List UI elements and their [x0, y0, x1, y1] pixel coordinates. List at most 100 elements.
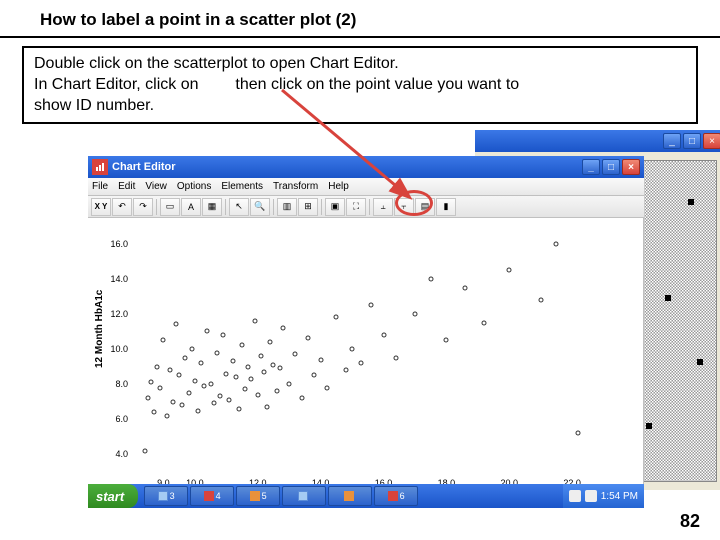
data-point[interactable]: [243, 387, 248, 392]
data-point[interactable]: [277, 366, 282, 371]
data-point[interactable]: [554, 241, 559, 246]
data-point[interactable]: [233, 375, 238, 380]
taskbar-item[interactable]: [328, 486, 372, 506]
zoom-icon[interactable]: 🔍: [250, 198, 270, 216]
data-point[interactable]: [265, 404, 270, 409]
instruction-text: In Chart Editor, click on: [34, 76, 199, 93]
chart-canvas[interactable]: 12 Month HbA1c 4.06.08.010.012.014.016.0…: [88, 218, 644, 500]
text-icon[interactable]: A: [181, 198, 201, 216]
data-point[interactable]: [576, 431, 581, 436]
minimize-button[interactable]: _: [663, 133, 681, 149]
data-point[interactable]: [287, 382, 292, 387]
data-point[interactable]: [252, 318, 257, 323]
data-point[interactable]: [334, 315, 339, 320]
data-point[interactable]: [186, 390, 191, 395]
undo-icon[interactable]: ↶: [112, 198, 132, 216]
maximize-button[interactable]: □: [683, 133, 701, 149]
tray-icon[interactable]: [569, 490, 581, 502]
data-point[interactable]: [350, 347, 355, 352]
data-point[interactable]: [507, 267, 512, 272]
data-point[interactable]: [444, 338, 449, 343]
data-point[interactable]: [192, 378, 197, 383]
data-point[interactable]: [155, 364, 160, 369]
start-button[interactable]: start: [88, 484, 138, 508]
scatter-plot[interactable]: 4.06.08.010.012.014.016.09.010.012.014.0…: [132, 226, 635, 472]
data-point[interactable]: [174, 322, 179, 327]
data-point[interactable]: [271, 362, 276, 367]
data-point[interactable]: [240, 343, 245, 348]
data-point[interactable]: [249, 376, 254, 381]
maximize-button[interactable]: □: [602, 159, 620, 175]
data-point[interactable]: [381, 332, 386, 337]
close-button[interactable]: ×: [622, 159, 640, 175]
data-point[interactable]: [152, 410, 157, 415]
taskbar-item[interactable]: 3: [144, 486, 188, 506]
data-point[interactable]: [255, 392, 260, 397]
data-point[interactable]: [463, 285, 468, 290]
system-tray[interactable]: 1:54 PM: [563, 484, 644, 508]
data-point[interactable]: [230, 359, 235, 364]
data-point[interactable]: [170, 399, 175, 404]
data-point[interactable]: [161, 338, 166, 343]
data-point[interactable]: [299, 396, 304, 401]
menu-view[interactable]: View: [145, 181, 167, 192]
data-point[interactable]: [318, 357, 323, 362]
data-point[interactable]: [218, 394, 223, 399]
data-point[interactable]: [482, 320, 487, 325]
data-point[interactable]: [145, 396, 150, 401]
tray-icon[interactable]: [585, 490, 597, 502]
menu-options[interactable]: Options: [177, 181, 211, 192]
data-point[interactable]: [262, 369, 267, 374]
data-point[interactable]: [148, 380, 153, 385]
data-point[interactable]: [412, 311, 417, 316]
data-point[interactable]: [158, 385, 163, 390]
data-point[interactable]: [196, 408, 201, 413]
data-point[interactable]: [224, 371, 229, 376]
data-point[interactable]: [394, 355, 399, 360]
menu-edit[interactable]: Edit: [118, 181, 135, 192]
data-point[interactable]: [268, 339, 273, 344]
data-point[interactable]: [180, 403, 185, 408]
minimize-button[interactable]: _: [582, 159, 600, 175]
data-point[interactable]: [343, 368, 348, 373]
taskbar-item[interactable]: 4: [190, 486, 234, 506]
data-point[interactable]: [221, 332, 226, 337]
XY-icon[interactable]: X Y: [91, 198, 111, 216]
data-point[interactable]: [177, 373, 182, 378]
data-point[interactable]: [368, 303, 373, 308]
data-point[interactable]: [202, 383, 207, 388]
taskbar-item[interactable]: 5: [236, 486, 280, 506]
data-point[interactable]: [280, 325, 285, 330]
data-point[interactable]: [324, 385, 329, 390]
pointer-icon[interactable]: ↖: [229, 198, 249, 216]
close-button[interactable]: ×: [703, 133, 720, 149]
data-point[interactable]: [246, 364, 251, 369]
data-point[interactable]: [214, 350, 219, 355]
data-point[interactable]: [306, 336, 311, 341]
data-point[interactable]: [199, 361, 204, 366]
menu-elements[interactable]: Elements: [221, 181, 263, 192]
data-point[interactable]: [227, 397, 232, 402]
taskbar-item[interactable]: [282, 486, 326, 506]
data-point[interactable]: [293, 352, 298, 357]
data-point[interactable]: [428, 276, 433, 281]
data-point[interactable]: [538, 297, 543, 302]
data-point[interactable]: [211, 401, 216, 406]
data-point[interactable]: [208, 382, 213, 387]
menu-file[interactable]: File: [92, 181, 108, 192]
redo-icon[interactable]: ↷: [133, 198, 153, 216]
data-point[interactable]: [359, 361, 364, 366]
data-point[interactable]: [189, 347, 194, 352]
data-point[interactable]: [258, 354, 263, 359]
data-point[interactable]: [205, 329, 210, 334]
data-point[interactable]: [312, 373, 317, 378]
data-point[interactable]: [142, 448, 147, 453]
data-point[interactable]: [183, 355, 188, 360]
data-point[interactable]: [236, 406, 241, 411]
data-point[interactable]: [274, 389, 279, 394]
taskbar-item[interactable]: 6: [374, 486, 418, 506]
select-icon[interactable]: ▭: [160, 198, 180, 216]
data-point[interactable]: [164, 413, 169, 418]
fill-icon[interactable]: ▦: [202, 198, 222, 216]
data-point[interactable]: [167, 368, 172, 373]
